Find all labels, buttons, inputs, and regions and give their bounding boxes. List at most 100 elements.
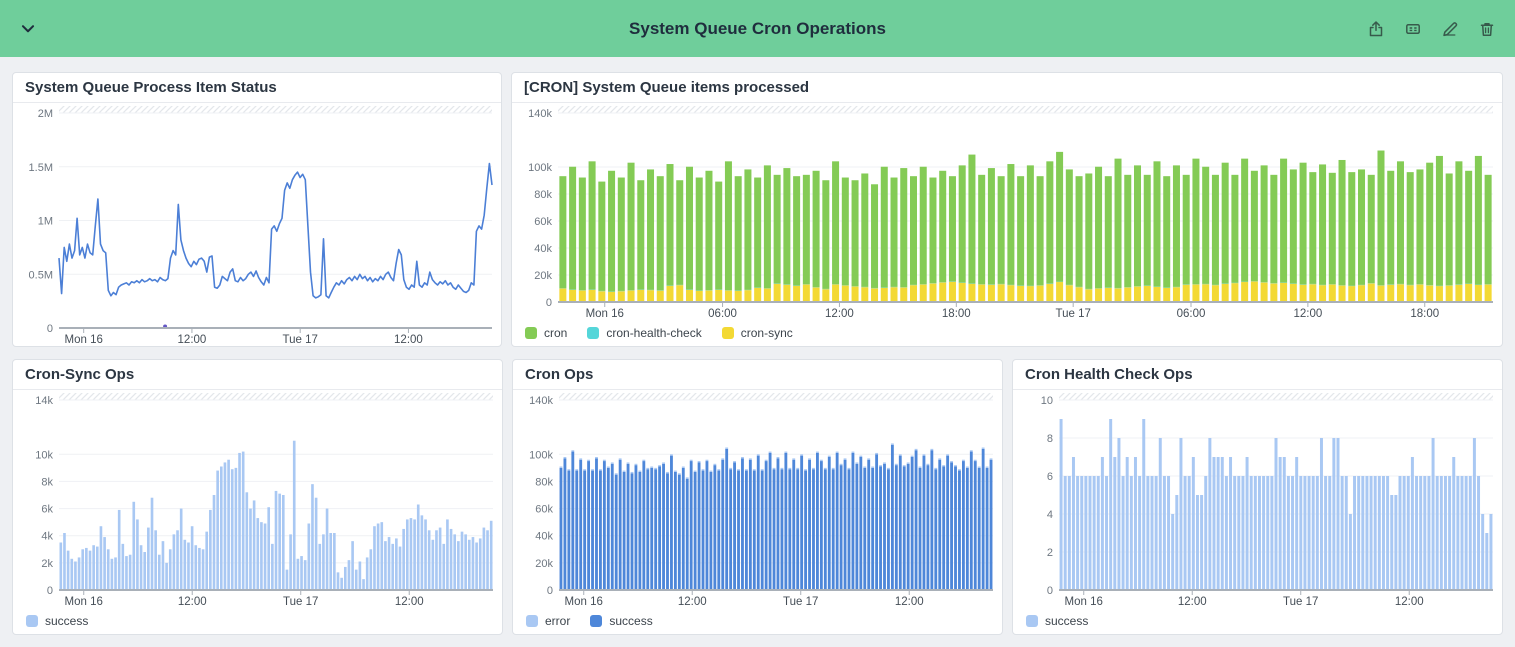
svg-text:Tue 17: Tue 17 bbox=[783, 596, 818, 608]
svg-text:06:00: 06:00 bbox=[708, 308, 737, 320]
svg-text:20k: 20k bbox=[535, 558, 553, 570]
chevron-down-icon bbox=[19, 20, 37, 38]
svg-text:100k: 100k bbox=[528, 162, 552, 174]
svg-text:100k: 100k bbox=[529, 449, 553, 461]
svg-text:06:00: 06:00 bbox=[1177, 308, 1206, 320]
svg-text:2: 2 bbox=[1047, 547, 1053, 559]
dashboard-title: System Queue Cron Operations bbox=[629, 19, 886, 39]
copy-dashboard-icon bbox=[1404, 20, 1422, 38]
chart-card-cron-health-check-ops: Cron Health Check Ops 1086420Mon 1612:00… bbox=[1012, 359, 1503, 635]
svg-text:4k: 4k bbox=[41, 531, 53, 543]
svg-text:2M: 2M bbox=[38, 108, 53, 120]
chart-title: Cron-Sync Ops bbox=[13, 360, 502, 390]
svg-text:0: 0 bbox=[546, 297, 552, 309]
legend-item-cron-sync[interactable]: cron-sync bbox=[722, 326, 793, 340]
svg-text:0.5M: 0.5M bbox=[29, 269, 53, 281]
chart-card-cron-sync-ops: Cron-Sync Ops 14k 10k 8k 6k 4k 2k 0 Mon 16 12:00… bbox=[12, 359, 503, 635]
svg-text:40k: 40k bbox=[534, 243, 552, 255]
legend-label: success bbox=[45, 614, 88, 628]
svg-text:1M: 1M bbox=[38, 216, 53, 228]
legend-swatch bbox=[587, 327, 599, 339]
svg-text:60k: 60k bbox=[534, 216, 552, 228]
chart-card-process-item-status: System Queue Process Item Status 2M1.5M1… bbox=[12, 72, 502, 347]
svg-text:12:00: 12:00 bbox=[895, 596, 924, 608]
edit-button[interactable] bbox=[1438, 17, 1462, 41]
collapse-button[interactable] bbox=[16, 17, 40, 41]
legend-swatch bbox=[722, 327, 734, 339]
delete-button[interactable] bbox=[1475, 17, 1499, 41]
legend-item-cron[interactable]: cron bbox=[525, 326, 567, 340]
svg-text:12:00: 12:00 bbox=[394, 334, 423, 346]
chart-card-cron-ops: Cron Ops 140k100k80k60k40k20k0Mon 1612:0… bbox=[512, 359, 1003, 635]
legend-item-cron-health-check[interactable]: cron-health-check bbox=[587, 326, 701, 340]
svg-text:6k: 6k bbox=[41, 504, 53, 516]
cron-sync-ops-bar-chart[interactable]: 14k 10k 8k 6k 4k 2k 0 Mon 16 12:00 Tue 17 12:00 bbox=[13, 390, 502, 608]
process-item-status-line-chart[interactable]: 2M1.5M1M0.5M0Mon 1612:00Tue 1712:00 bbox=[13, 103, 501, 346]
legend-label: cron-health-check bbox=[606, 326, 701, 340]
share-icon bbox=[1367, 20, 1385, 38]
legend-item-success[interactable]: success bbox=[590, 614, 652, 628]
legend-label: error bbox=[545, 614, 570, 628]
chart-title: Cron Ops bbox=[513, 360, 1002, 390]
svg-text:10k: 10k bbox=[35, 449, 53, 461]
legend-item-success[interactable]: success bbox=[26, 614, 88, 628]
svg-text:12:00: 12:00 bbox=[1395, 596, 1424, 608]
svg-text:12:00: 12:00 bbox=[678, 596, 707, 608]
svg-text:12:00: 12:00 bbox=[395, 596, 424, 608]
svg-text:6: 6 bbox=[1047, 471, 1053, 483]
svg-text:18:00: 18:00 bbox=[942, 308, 971, 320]
svg-text:Mon 16: Mon 16 bbox=[1065, 596, 1103, 608]
pencil-icon bbox=[1441, 20, 1459, 38]
chart-title: System Queue Process Item Status bbox=[13, 73, 501, 103]
svg-text:12:00: 12:00 bbox=[1293, 308, 1322, 320]
svg-text:14k: 14k bbox=[35, 395, 53, 407]
cron-health-check-ops-bar-chart[interactable]: 1086420Mon 1612:00Tue 1712:00 bbox=[1013, 390, 1502, 608]
legend-swatch bbox=[590, 615, 602, 627]
svg-text:0: 0 bbox=[547, 585, 553, 597]
svg-text:18:00: 18:00 bbox=[1410, 308, 1439, 320]
svg-text:0: 0 bbox=[1047, 585, 1053, 597]
chart-legend: success bbox=[1013, 608, 1502, 634]
svg-text:12:00: 12:00 bbox=[178, 596, 207, 608]
dashboard-header: System Queue Cron Operations bbox=[0, 0, 1515, 57]
legend-swatch bbox=[26, 615, 38, 627]
svg-text:Tue 17: Tue 17 bbox=[1055, 308, 1090, 320]
cron-ops-bar-chart[interactable]: 140k100k80k60k40k20k0Mon 1612:00Tue 1712… bbox=[513, 390, 1002, 608]
svg-text:10: 10 bbox=[1041, 395, 1053, 407]
svg-text:20k: 20k bbox=[534, 270, 552, 282]
chart-title: Cron Health Check Ops bbox=[1013, 360, 1502, 390]
dashboard-content: System Queue Process Item Status 2M1.5M1… bbox=[0, 57, 1515, 647]
svg-text:40k: 40k bbox=[535, 531, 553, 543]
legend-item-error[interactable]: error bbox=[526, 614, 570, 628]
svg-text:Tue 17: Tue 17 bbox=[283, 596, 318, 608]
svg-text:80k: 80k bbox=[534, 189, 552, 201]
svg-text:Tue 17: Tue 17 bbox=[1283, 596, 1318, 608]
items-processed-stacked-bar-chart[interactable]: 140k100k80k60k40k20k0Mon 1606:0012:0018:… bbox=[512, 103, 1502, 320]
legend-swatch bbox=[1026, 615, 1038, 627]
chart-legend: cron cron-health-check cron-sync bbox=[512, 320, 1502, 346]
svg-text:12:00: 12:00 bbox=[178, 334, 207, 346]
svg-text:60k: 60k bbox=[535, 504, 553, 516]
svg-text:Tue 17: Tue 17 bbox=[282, 334, 317, 346]
chart-card-items-processed: [CRON] System Queue items processed 140k… bbox=[511, 72, 1503, 347]
legend-label: success bbox=[609, 614, 652, 628]
svg-text:Mon 16: Mon 16 bbox=[565, 596, 603, 608]
svg-text:0: 0 bbox=[47, 585, 53, 597]
chart-title: [CRON] System Queue items processed bbox=[512, 73, 1502, 103]
legend-swatch bbox=[526, 615, 538, 627]
svg-text:12:00: 12:00 bbox=[1178, 596, 1207, 608]
chart-legend: success bbox=[13, 608, 502, 634]
copy-dashboard-button[interactable] bbox=[1401, 17, 1425, 41]
share-button[interactable] bbox=[1364, 17, 1388, 41]
header-actions bbox=[1364, 17, 1499, 41]
svg-text:8: 8 bbox=[1047, 433, 1053, 445]
svg-text:140k: 140k bbox=[528, 108, 552, 120]
svg-text:2k: 2k bbox=[41, 558, 53, 570]
legend-item-success[interactable]: success bbox=[1026, 614, 1088, 628]
svg-text:0: 0 bbox=[47, 323, 53, 335]
chart-legend: error success bbox=[513, 608, 1002, 634]
svg-text:Mon 16: Mon 16 bbox=[65, 596, 103, 608]
trash-icon bbox=[1478, 20, 1496, 38]
legend-label: cron-sync bbox=[741, 326, 793, 340]
svg-text:8k: 8k bbox=[41, 476, 53, 488]
